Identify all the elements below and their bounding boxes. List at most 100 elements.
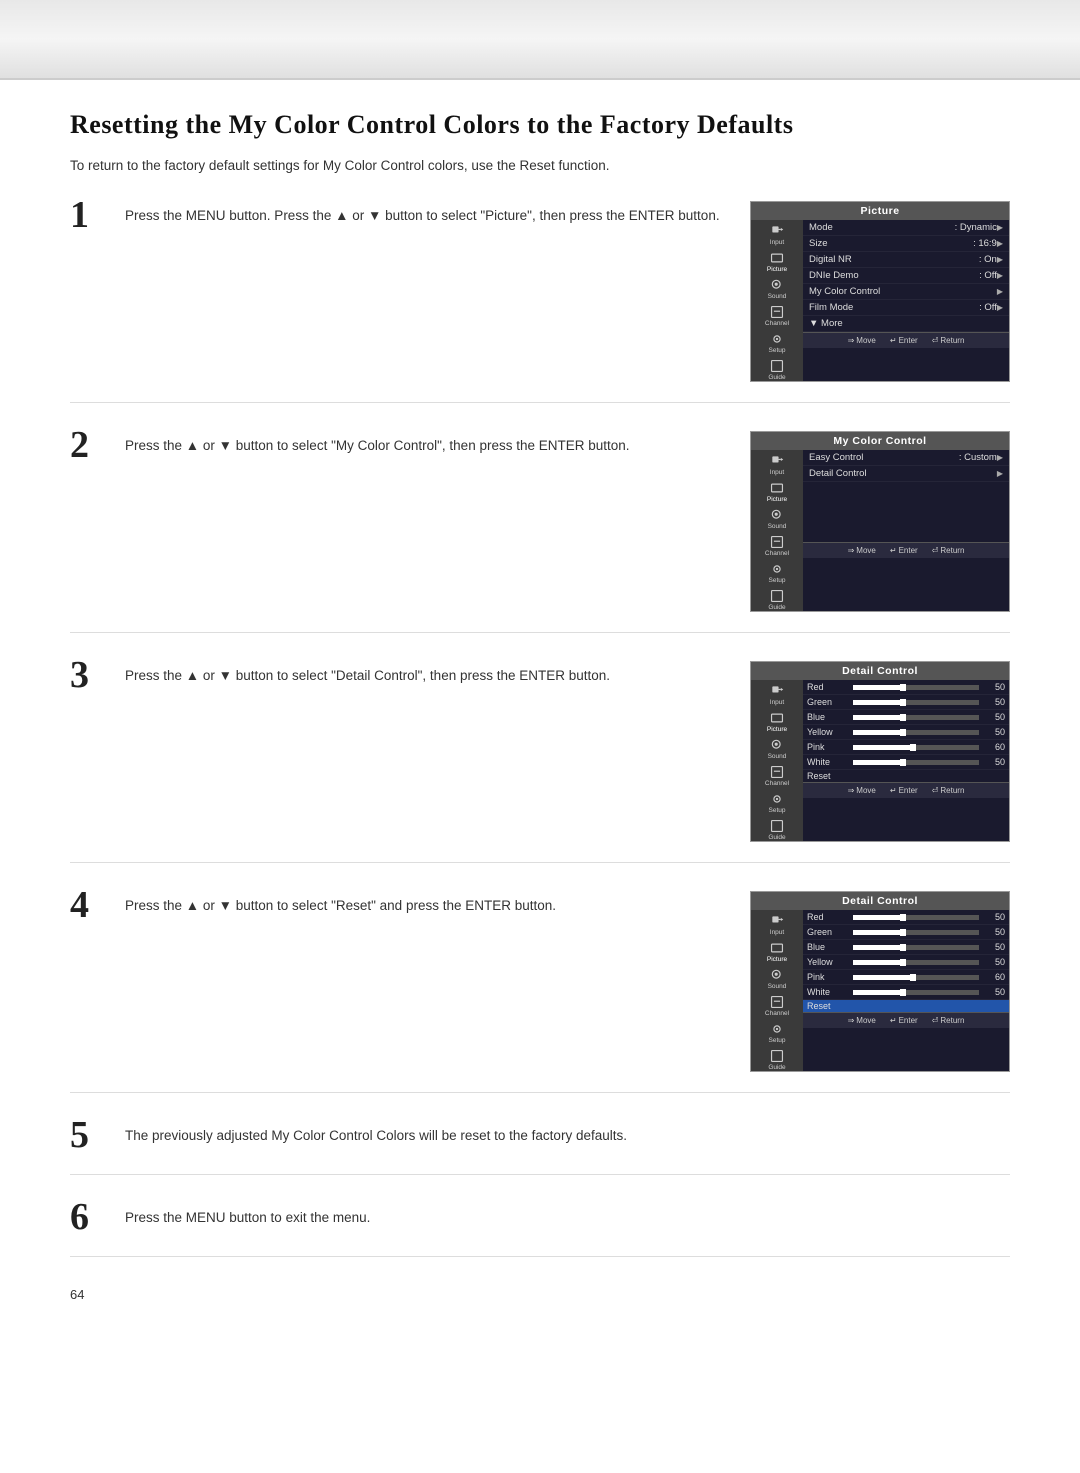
detail-label: Pink xyxy=(807,972,849,982)
detail-value: 50 xyxy=(983,927,1005,937)
detail-bar-fill xyxy=(853,915,903,920)
page-title: Resetting the My Color Control Colors to… xyxy=(70,110,1010,140)
sidebar-guide: Guide xyxy=(758,589,796,611)
detail-label: Green xyxy=(807,697,849,707)
detail-bar-bg xyxy=(853,945,979,950)
detail-row: Red 50 xyxy=(803,910,1009,925)
sidebar-input: Input xyxy=(758,914,796,936)
screen-body: Input Picture Sound Channel Setup Guide … xyxy=(751,680,1009,841)
footer-enter: ↵Enter xyxy=(890,546,918,555)
screen-body: Input Picture Sound Channel Setup Guide … xyxy=(751,910,1009,1071)
sidebar-setup: Setup xyxy=(758,1022,796,1044)
menu-row: DNIe Demo : Off▶ xyxy=(803,268,1009,284)
footer-return: ⏎Return xyxy=(932,1016,965,1025)
screen-body: Input Picture Sound Channel Setup Guide … xyxy=(751,220,1009,381)
detail-value: 50 xyxy=(983,957,1005,967)
detail-bar-bg xyxy=(853,700,979,705)
detail-bar-thumb xyxy=(900,914,906,921)
sidebar-picture: Picture xyxy=(758,711,796,733)
footer-move: ⇒Move xyxy=(848,1016,876,1025)
detail-row: Blue 50 xyxy=(803,940,1009,955)
sidebar-input: Input xyxy=(758,454,796,476)
step-text: The previously adjusted My Color Control… xyxy=(125,1121,1010,1147)
detail-bar-fill xyxy=(853,945,903,950)
detail-value: 50 xyxy=(983,712,1005,722)
detail-bar-fill xyxy=(853,685,903,690)
step-2: 2 Press the ▲ or ▼ button to select "My … xyxy=(70,431,1010,633)
detail-bar-thumb xyxy=(900,929,906,936)
detail-row: Yellow 50 xyxy=(803,955,1009,970)
detail-value: 50 xyxy=(983,987,1005,997)
detail-label: Blue xyxy=(807,942,849,952)
step-number: 6 xyxy=(70,1198,125,1236)
detail-label: Blue xyxy=(807,712,849,722)
sidebar-channel: Channel xyxy=(758,995,796,1017)
detail-bar-fill xyxy=(853,960,903,965)
detail-bar-fill xyxy=(853,730,903,735)
footer-return: ⏎Return xyxy=(932,546,965,555)
sidebar-sound: Sound xyxy=(758,508,796,530)
step-text: Press the ▲ or ▼ button to select "My Co… xyxy=(125,431,720,457)
step-number: 1 xyxy=(70,196,125,234)
detail-label: White xyxy=(807,987,849,997)
detail-label: Pink xyxy=(807,742,849,752)
detail-bar-thumb xyxy=(900,729,906,736)
step-5: 5 The previously adjusted My Color Contr… xyxy=(70,1121,1010,1175)
detail-row: Blue 50 xyxy=(803,710,1009,725)
detail-bar-thumb xyxy=(900,959,906,966)
screen-main: Red 50 Green 50 Blue 50 Yellow 50 xyxy=(803,910,1009,1071)
detail-bar-thumb xyxy=(910,744,916,751)
screen-main: Easy Control : Custom▶ Detail Control ▶ … xyxy=(803,450,1009,611)
page-number: 64 xyxy=(70,1287,1010,1302)
step-text: Press the ▲ or ▼ button to select "Reset… xyxy=(125,891,720,917)
footer-enter: ↵Enter xyxy=(890,336,918,345)
detail-row: Yellow 50 xyxy=(803,725,1009,740)
detail-bar-thumb xyxy=(900,699,906,706)
header-stripe xyxy=(0,0,1080,80)
sidebar-picture: Picture xyxy=(758,941,796,963)
detail-reset-row: Reset xyxy=(803,1000,1009,1012)
sidebar-setup: Setup xyxy=(758,792,796,814)
footer-enter: ↵Enter xyxy=(890,1016,918,1025)
screen-footer: ⇒Move ↵Enter ⏎Return xyxy=(803,782,1009,798)
detail-label: Green xyxy=(807,927,849,937)
detail-bar-fill xyxy=(853,990,903,995)
step-number: 4 xyxy=(70,886,125,924)
detail-value: 60 xyxy=(983,742,1005,752)
detail-label: Red xyxy=(807,682,849,692)
sidebar-guide: Guide xyxy=(758,819,796,841)
screen-title: Detail Control xyxy=(751,662,1009,680)
detail-label: Yellow xyxy=(807,727,849,737)
detail-value: 50 xyxy=(983,727,1005,737)
detail-label: White xyxy=(807,757,849,767)
menu-row: ▼ More xyxy=(803,316,1009,332)
detail-bar-thumb xyxy=(900,989,906,996)
footer-enter: ↵Enter xyxy=(890,786,918,795)
detail-bar-bg xyxy=(853,915,979,920)
detail-row: Red 50 xyxy=(803,680,1009,695)
detail-bar-bg xyxy=(853,715,979,720)
menu-row: Digital NR : On▶ xyxy=(803,252,1009,268)
footer-return: ⏎Return xyxy=(932,786,965,795)
detail-value: 50 xyxy=(983,757,1005,767)
sidebar-sound: Sound xyxy=(758,278,796,300)
screen-body: Input Picture Sound Channel Setup Guide … xyxy=(751,450,1009,611)
screen-panel: Picture Input Picture Sound Channel Setu… xyxy=(750,201,1010,382)
menu-row: Film Mode : Off▶ xyxy=(803,300,1009,316)
detail-row: Green 50 xyxy=(803,925,1009,940)
detail-bar-thumb xyxy=(900,759,906,766)
detail-bar-thumb xyxy=(900,944,906,951)
menu-row: My Color Control ▶ xyxy=(803,284,1009,300)
menu-row: Detail Control ▶ xyxy=(803,466,1009,482)
detail-row: White 50 xyxy=(803,985,1009,1000)
detail-bar-bg xyxy=(853,960,979,965)
detail-reset-row: Reset xyxy=(803,770,1009,782)
detail-bar-thumb xyxy=(900,714,906,721)
screen-footer: ⇒Move ↵Enter ⏎Return xyxy=(803,1012,1009,1028)
screen-sidebar: Input Picture Sound Channel Setup Guide xyxy=(751,910,803,1071)
step-4: 4 Press the ▲ or ▼ button to select "Res… xyxy=(70,891,1010,1093)
screen-panel: Detail Control Input Picture Sound Chann… xyxy=(750,661,1010,842)
detail-label: Red xyxy=(807,912,849,922)
detail-bar-fill xyxy=(853,930,903,935)
detail-label: Yellow xyxy=(807,957,849,967)
